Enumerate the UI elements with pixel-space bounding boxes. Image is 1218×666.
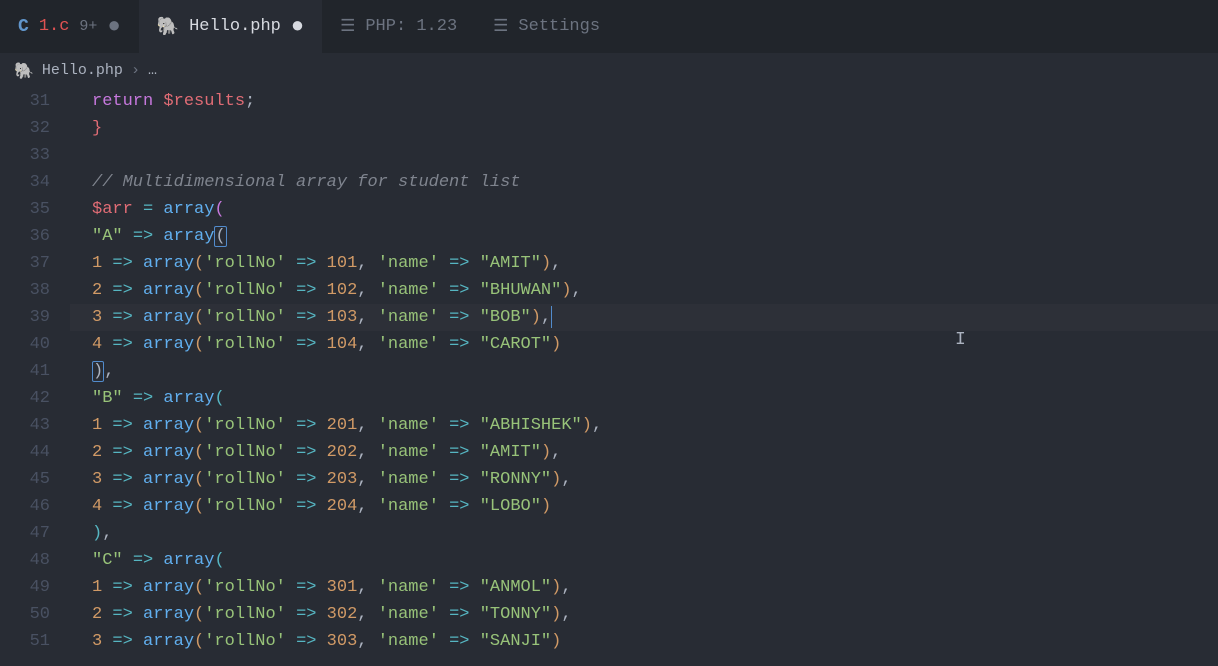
line-number: 41 (0, 358, 50, 385)
tab-label: PHP: 1.23 (365, 17, 457, 36)
line-number: 32 (0, 115, 50, 142)
code-line[interactable]: ), (70, 520, 1218, 547)
tab-badge: 9+ (79, 18, 97, 35)
tab-1c[interactable]: C 1.c 9+ ● (0, 0, 139, 53)
line-numbers: 3132333435363738394041424344454647484950… (0, 88, 70, 655)
line-number: 39 (0, 304, 50, 331)
tab-settings[interactable]: ☰ Settings (475, 0, 618, 53)
line-number: 36 (0, 223, 50, 250)
code-line[interactable]: 1 => array('rollNo' => 101, 'name' => "A… (70, 250, 1218, 277)
line-number: 31 (0, 88, 50, 115)
code-content[interactable]: I return $results;}// Multidimensional a… (70, 88, 1218, 655)
editor-tabs: C 1.c 9+ ● 🐘 Hello.php ● ☰ PHP: 1.23 ☰ S… (0, 0, 1218, 53)
code-line[interactable]: } (70, 115, 1218, 142)
code-line[interactable]: 2 => array('rollNo' => 102, 'name' => "B… (70, 277, 1218, 304)
code-line[interactable]: 3 => array('rollNo' => 103, 'name' => "B… (70, 304, 1218, 331)
code-line[interactable]: return $results; (70, 88, 1218, 115)
line-number: 48 (0, 547, 50, 574)
line-number: 42 (0, 385, 50, 412)
code-line[interactable]: ), (70, 358, 1218, 385)
tab-php-version[interactable]: ☰ PHP: 1.23 (322, 0, 475, 53)
line-number: 49 (0, 574, 50, 601)
c-file-icon: C (18, 17, 29, 37)
code-editor[interactable]: 3132333435363738394041424344454647484950… (0, 88, 1218, 655)
code-line[interactable]: "C" => array( (70, 547, 1218, 574)
chevron-right-icon: › (131, 62, 140, 79)
line-number: 44 (0, 439, 50, 466)
line-number: 46 (0, 493, 50, 520)
line-number: 37 (0, 250, 50, 277)
code-line[interactable]: $arr = array( (70, 196, 1218, 223)
line-number: 50 (0, 601, 50, 628)
format-icon: ☰ (493, 16, 508, 37)
tab-hello-php[interactable]: 🐘 Hello.php ● (139, 0, 322, 53)
line-number: 45 (0, 466, 50, 493)
line-number: 47 (0, 520, 50, 547)
line-number: 38 (0, 277, 50, 304)
code-line[interactable]: 4 => array('rollNo' => 104, 'name' => "C… (70, 331, 1218, 358)
line-number: 40 (0, 331, 50, 358)
line-number: 33 (0, 142, 50, 169)
format-icon: ☰ (340, 16, 355, 37)
line-number: 43 (0, 412, 50, 439)
code-line[interactable]: 4 => array('rollNo' => 204, 'name' => "L… (70, 493, 1218, 520)
dirty-indicator-icon: ● (291, 16, 304, 38)
code-line[interactable]: 1 => array('rollNo' => 301, 'name' => "A… (70, 574, 1218, 601)
code-line[interactable] (70, 142, 1218, 169)
breadcrumb-rest: … (148, 62, 157, 79)
line-number: 34 (0, 169, 50, 196)
code-line[interactable]: "A" => array( (70, 223, 1218, 250)
tab-label: 1.c (39, 17, 70, 36)
code-line[interactable]: 3 => array('rollNo' => 303, 'name' => "S… (70, 628, 1218, 655)
line-number: 35 (0, 196, 50, 223)
breadcrumb-file: Hello.php (42, 62, 123, 79)
code-line[interactable]: 1 => array('rollNo' => 201, 'name' => "A… (70, 412, 1218, 439)
code-line[interactable]: // Multidimensional array for student li… (70, 169, 1218, 196)
code-line[interactable]: 2 => array('rollNo' => 202, 'name' => "A… (70, 439, 1218, 466)
line-number: 51 (0, 628, 50, 655)
code-line[interactable]: 3 => array('rollNo' => 203, 'name' => "R… (70, 466, 1218, 493)
close-icon[interactable]: ● (107, 16, 120, 38)
php-file-icon: 🐘 (14, 61, 34, 81)
tab-label: Settings (518, 17, 600, 36)
tab-label: Hello.php (189, 17, 281, 36)
code-line[interactable]: "B" => array( (70, 385, 1218, 412)
php-file-icon: 🐘 (157, 16, 179, 38)
code-line[interactable]: 2 => array('rollNo' => 302, 'name' => "T… (70, 601, 1218, 628)
breadcrumb[interactable]: 🐘 Hello.php › … (0, 53, 1218, 88)
